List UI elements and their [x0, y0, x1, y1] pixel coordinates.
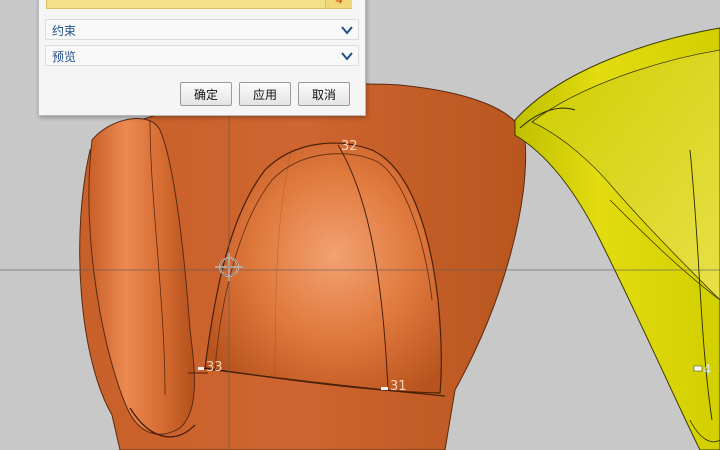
dimension-label-31: 31: [390, 379, 407, 394]
cancel-button[interactable]: 取消: [298, 82, 350, 106]
dimension-label-partial: 4: [703, 363, 711, 378]
section-preview-label: 预览: [52, 50, 77, 64]
ok-button[interactable]: 确定: [180, 82, 232, 106]
selection-bar[interactable]: ➔: [46, 0, 352, 9]
section-constraints-label: 约束: [52, 24, 77, 38]
chevron-down-icon[interactable]: [340, 23, 354, 37]
feature-dialog: ➔ 约束 预览 确定 应用 取消: [38, 0, 366, 116]
chevron-down-icon[interactable]: [340, 49, 354, 63]
section-preview[interactable]: 预览: [45, 45, 359, 66]
dimension-label-32: 32: [341, 139, 358, 154]
apply-button[interactable]: 应用: [239, 82, 291, 106]
dimension-label-33: 33: [206, 360, 223, 375]
section-constraints[interactable]: 约束: [45, 19, 359, 40]
arrow-icon[interactable]: ➔: [325, 0, 352, 8]
